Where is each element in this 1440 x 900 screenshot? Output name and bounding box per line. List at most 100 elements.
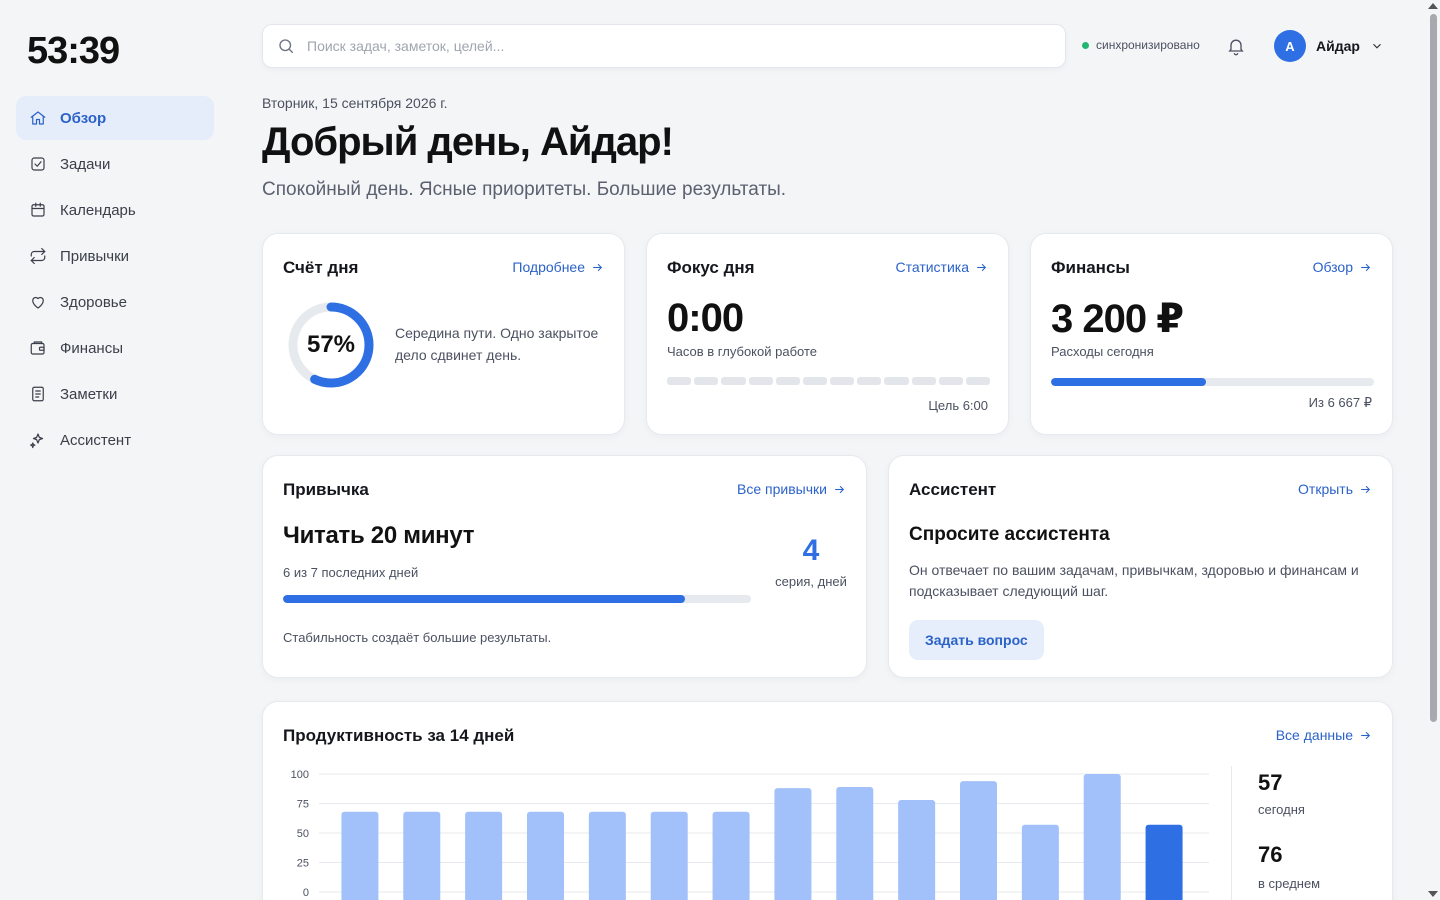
sidebar-item-label: Здоровье (60, 293, 127, 311)
repeat-icon (29, 247, 47, 265)
notifications-button[interactable] (1226, 36, 1246, 56)
all-habits-link[interactable]: Все привычки (737, 481, 846, 497)
page-subtitle: Спокойный день. Ясные приоритеты. Больши… (262, 179, 787, 200)
sidebar-item-5[interactable]: Финансы (16, 326, 214, 370)
habit-name: Читать 20 минут (283, 522, 475, 549)
open-assistant-link[interactable]: Открыть (1298, 481, 1372, 497)
chart-bar[interactable] (588, 811, 626, 900)
habit-footer: Стабильность создаёт большие результаты. (283, 630, 552, 645)
main-content: синхронизировано A Айдар Вторник, 15 сен… (262, 0, 1393, 900)
chart-bar[interactable] (650, 811, 688, 900)
finance-overview-link[interactable]: Обзор (1313, 259, 1372, 275)
sync-status: синхронизировано (1082, 38, 1200, 52)
sync-dot-icon (1082, 41, 1089, 49)
bell-icon (1228, 39, 1244, 56)
link-label: Открыть (1298, 481, 1353, 497)
chart-bar[interactable] (898, 799, 936, 900)
user-name: Айдар (1316, 38, 1360, 54)
score-details-link[interactable]: Подробнее (512, 259, 604, 275)
sidebar-item-label: Привычки (60, 247, 130, 265)
chart-bar[interactable] (712, 811, 750, 900)
wallet-icon (29, 339, 47, 357)
ask-question-button[interactable]: Задать вопрос (909, 620, 1044, 660)
habit-progress-text: 6 из 7 последних дней (283, 565, 419, 580)
link-label: Все привычки (737, 481, 827, 497)
all-data-link[interactable]: Все данные (1276, 727, 1372, 743)
today-score-caption: сегодня (1258, 802, 1305, 817)
chart-bar[interactable] (774, 788, 812, 900)
assistant-description: Он отвечает по вашим задачам, привычкам,… (909, 562, 1359, 599)
focus-goal: Цель 6:00 (928, 398, 988, 413)
link-label: Статистика (895, 259, 969, 275)
page-scrollbar[interactable] (1426, 0, 1440, 900)
avatar: A (1274, 30, 1306, 62)
card-title: Привычка (283, 480, 369, 499)
finance-card: Финансы Обзор 3 200 ₽ Расходы сегодня Из… (1030, 233, 1393, 435)
habit-streak-caption: серия, дней (775, 574, 847, 589)
current-date: Вторник, 15 сентября 2026 г. (262, 95, 448, 111)
arrow-right-icon (593, 263, 603, 271)
assistant-card: Ассистент Открыть Спросите ассистента Он… (888, 455, 1393, 678)
note-icon (29, 385, 47, 403)
finance-progress-fill (1051, 378, 1207, 386)
focus-segment (748, 377, 773, 385)
card-title: Счёт дня (283, 258, 359, 277)
chart-bar[interactable] (1021, 824, 1059, 900)
sidebar-item-2[interactable]: Календарь (16, 188, 214, 232)
today-score-value: 57 (1258, 770, 1283, 795)
sync-label: синхронизировано (1096, 38, 1200, 52)
sidebar-item-3[interactable]: Привычки (16, 234, 214, 278)
productivity-card: Продуктивность за 14 дней Все данные 100… (262, 701, 1393, 900)
sidebar-item-label: Финансы (60, 339, 123, 357)
chart-bar[interactable] (403, 811, 441, 900)
sidebar-item-label: Обзор (60, 109, 107, 127)
productivity-chart: 100 75 50 25 0 (291, 769, 1209, 900)
sidebar-item-6[interactable]: Заметки (16, 372, 214, 416)
focus-segment (911, 377, 936, 385)
focus-segment (694, 377, 719, 385)
productivity-stats: 57 сегодня 76 в среднем (1231, 766, 1371, 900)
sidebar-item-label: Заметки (60, 385, 118, 403)
chart-bar[interactable] (341, 811, 379, 900)
average-score-caption: в среднем (1258, 876, 1321, 891)
focus-segment (884, 377, 909, 385)
habit-streak-value: 4 (802, 534, 820, 567)
search-input[interactable] (307, 38, 1007, 54)
search-bar[interactable] (262, 24, 1066, 68)
focus-card: Фокус дня Статистика 0:00 Часов в глубок… (646, 233, 1009, 435)
chart-bar[interactable] (1083, 774, 1121, 900)
user-menu[interactable]: A Айдар (1274, 30, 1384, 62)
focus-value: 0:00 (667, 296, 744, 340)
sidebar-item-4[interactable]: Здоровье (16, 280, 214, 324)
score-description: Середина пути. Одно закрытое дело сдвине… (395, 325, 599, 363)
card-title: Ассистент (909, 480, 997, 499)
focus-segment (721, 377, 746, 385)
sidebar: 53:39 Обзор Задачи Календарь Привычки Здоров… (0, 0, 232, 900)
focus-segment (965, 377, 991, 385)
chart-bar[interactable] (465, 811, 503, 900)
assistant-heading: Спросите ассистента (909, 524, 1110, 545)
chart-bar[interactable] (1145, 824, 1183, 900)
chart-bar[interactable] (527, 811, 564, 900)
search-icon (279, 39, 294, 54)
scroll-thumb[interactable] (1430, 14, 1437, 722)
focus-stats-link[interactable]: Статистика (895, 259, 988, 275)
sidebar-item-1[interactable]: Задачи (16, 142, 214, 186)
chart-bar[interactable] (836, 786, 874, 900)
focus-segment (938, 377, 963, 385)
arrow-right-icon (1361, 485, 1371, 493)
chart-bar[interactable] (960, 781, 997, 900)
focus-caption: Часов в глубокой работе (667, 344, 817, 359)
card-title: Продуктивность за 14 дней (283, 726, 515, 745)
sidebar-item-7[interactable]: Ассистент (16, 418, 214, 462)
checkbox-icon (29, 155, 47, 173)
card-title: Финансы (1051, 258, 1130, 277)
sidebar-item-0[interactable]: Обзор (16, 96, 214, 140)
link-label: Все данные (1275, 727, 1353, 743)
sidebar-item-label: Задачи (60, 155, 111, 173)
scroll-down-icon[interactable] (1428, 891, 1438, 897)
y-tick-label: 75 (297, 799, 309, 811)
sidebar-item-label: Календарь (60, 201, 136, 219)
finance-value: 3 200 ₽ (1051, 297, 1184, 341)
scroll-up-icon[interactable] (1428, 3, 1438, 9)
